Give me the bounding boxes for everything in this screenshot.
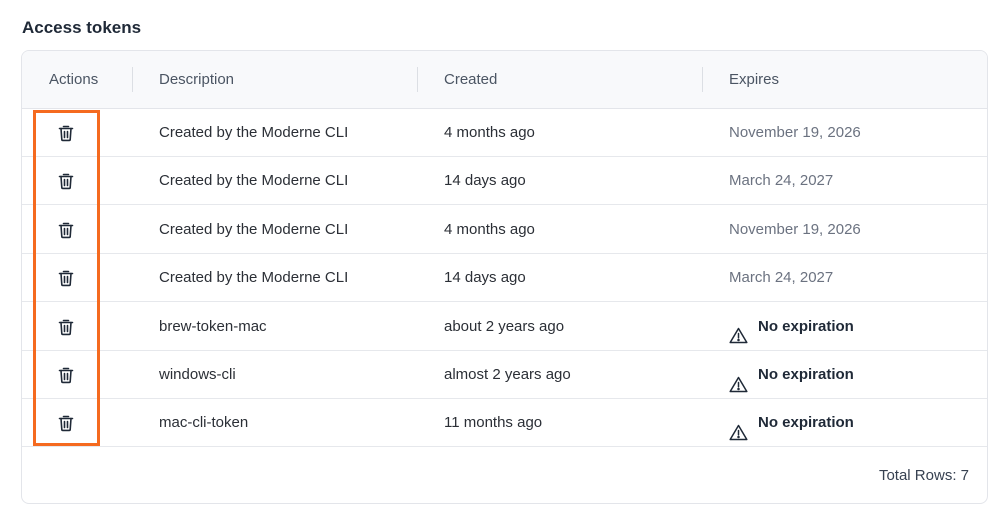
token-expires-text: No expiration <box>758 414 854 432</box>
trash-icon[interactable] <box>56 171 76 191</box>
token-created: 14 days ago <box>444 172 526 190</box>
warning-triangle-icon <box>729 365 748 392</box>
page-title: Access tokens <box>22 18 142 37</box>
token-expires: No expiration <box>729 351 854 398</box>
trash-icon[interactable] <box>56 220 76 240</box>
column-header-expires[interactable]: Expires <box>729 51 779 108</box>
column-header-created[interactable]: Created <box>444 51 497 108</box>
trash-icon[interactable] <box>56 317 76 337</box>
token-created: almost 2 years ago <box>444 366 571 383</box>
token-expires-text: November 19, 2026 <box>729 220 861 238</box>
token-created: 14 days ago <box>444 269 526 287</box>
token-expires-text: March 24, 2027 <box>729 172 834 190</box>
column-header-actions[interactable]: Actions <box>49 51 98 108</box>
trash-icon[interactable] <box>56 123 76 143</box>
token-expires: March 24, 2027 <box>729 157 833 204</box>
warning-triangle-icon <box>729 316 748 344</box>
token-expires-text: No expiration <box>758 366 854 383</box>
table-row: Created by the Moderne CLI 14 days ago Mar… <box>22 157 987 206</box>
trash-icon[interactable] <box>56 365 76 385</box>
column-divider[interactable] <box>987 67 988 92</box>
column-divider[interactable] <box>702 67 703 92</box>
table-row: brew-token-mac about 2 years ago No expira… <box>22 303 987 351</box>
token-expires: November 19, 2026 <box>729 206 861 253</box>
table-row: Created by the Moderne CLI 4 months ago No… <box>22 206 987 254</box>
access-tokens-table: Actions Description Created Expires Crea… <box>21 50 988 504</box>
token-description: Created by the Moderne CLI <box>159 269 349 287</box>
token-description: brew-token-mac <box>159 317 267 335</box>
token-expires: No expiration <box>729 399 854 446</box>
token-created: 4 months ago <box>444 220 535 238</box>
token-expires: November 19, 2026 <box>729 109 861 156</box>
token-expires-text: March 24, 2027 <box>729 269 834 287</box>
column-divider[interactable] <box>132 67 133 92</box>
table-header: Actions Description Created Expires <box>22 51 987 109</box>
token-description: Created by the Moderne CLI <box>159 220 349 238</box>
column-divider[interactable] <box>417 67 418 92</box>
total-rows-count: Total Rows: 7 <box>878 467 969 484</box>
token-expires: March 24, 2027 <box>729 254 833 301</box>
table-row: Created by the Moderne CLI 4 months ago No… <box>22 109 987 157</box>
token-created: about 2 years ago <box>444 317 565 335</box>
token-description: Created by the Moderne CLI <box>159 172 349 190</box>
token-created: 11 months ago <box>444 414 543 432</box>
trash-icon[interactable] <box>56 268 76 288</box>
token-expires: No expiration <box>729 303 854 350</box>
token-created: 4 months ago <box>444 124 535 141</box>
token-expires-text: November 19, 2026 <box>729 124 861 141</box>
token-expires-text: No expiration <box>758 317 854 335</box>
column-header-description[interactable]: Description <box>159 51 234 108</box>
trash-icon[interactable] <box>56 413 76 433</box>
table-row: Created by the Moderne CLI 14 days ago Mar… <box>22 254 987 303</box>
table-row: mac-cli-token 11 months ago No expiration <box>22 399 987 448</box>
warning-triangle-icon <box>729 413 748 441</box>
token-description: mac-cli-token <box>159 414 249 432</box>
token-description: windows-cli <box>159 366 236 383</box>
token-description: Created by the Moderne CLI <box>159 124 349 141</box>
table-row: windows-cli almost 2 years ago No expirati… <box>22 351 987 399</box>
